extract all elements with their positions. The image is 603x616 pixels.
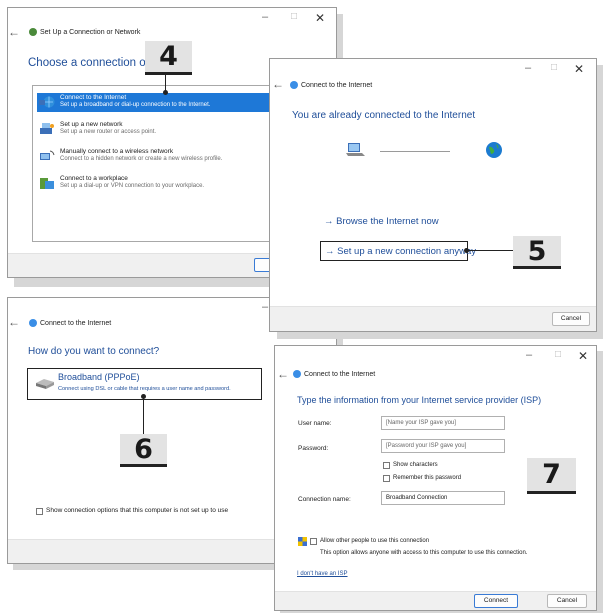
window-title: Connect to the Internet (40, 320, 112, 327)
step-5-badge: 5 (513, 236, 561, 269)
maximize-button[interactable]: □ (291, 11, 297, 22)
internet-globe-icon (486, 142, 502, 158)
option-workplace[interactable]: Connect to a workplace Set up a dial-up … (37, 174, 290, 193)
option-description: Set up a dial-up or VPN connection to yo… (60, 183, 205, 189)
allow-others-checkbox[interactable] (310, 538, 317, 545)
callout-line (143, 396, 144, 434)
minimize-button[interactable]: – (262, 11, 268, 23)
internet-globe-icon (39, 96, 55, 108)
option-title: Connect to the Internet (60, 94, 127, 101)
back-arrow-icon[interactable]: ← (272, 77, 284, 91)
setup-anyway-link[interactable]: → Set up a new connection anyway (325, 246, 476, 257)
maximize-button[interactable]: □ (555, 349, 561, 360)
callout-line (467, 250, 513, 251)
remember-password-label: Remember this password (393, 475, 462, 481)
page-heading: Type the information from your Internet … (297, 395, 542, 405)
connection-line (380, 151, 450, 152)
computer-icon (346, 143, 365, 156)
show-options-label: Show connection options that this comput… (46, 507, 229, 514)
browse-internet-link[interactable]: → Browse the Internet now (324, 216, 439, 227)
callout-dot (141, 394, 146, 399)
option-title: Set up a new network (60, 121, 123, 128)
step-4-badge: 4 (145, 41, 192, 75)
connection-name-input[interactable]: Broadband Connection (381, 491, 505, 505)
connection-name-label: Connection name: (298, 496, 351, 503)
close-button[interactable]: ✕ (315, 11, 325, 25)
option-connect-internet[interactable]: Connect to the Internet Set up a broadba… (37, 93, 290, 112)
option-title: Broadband (PPPoE) (58, 372, 140, 382)
back-arrow-icon[interactable]: ← (8, 25, 20, 39)
allow-others-description: This option allows anyone with access to… (320, 550, 528, 556)
callout-dot (163, 90, 168, 95)
window-title: Set Up a Connection or Network (40, 29, 141, 36)
option-title: Manually connect to a wireless network (60, 148, 174, 155)
password-input[interactable]: [Password your ISP gave you] (381, 439, 505, 453)
remember-password-checkbox[interactable] (383, 475, 390, 482)
shield-icon (298, 537, 307, 546)
option-description: Connect to a hidden network or create a … (60, 156, 223, 162)
maximize-button[interactable]: □ (551, 62, 557, 73)
wireless-network-icon (40, 150, 55, 160)
minimize-button[interactable]: – (526, 349, 532, 361)
option-new-network[interactable]: Set up a new network Set up a new router… (37, 120, 290, 139)
page-heading: You are already connected to the Interne… (292, 110, 476, 121)
close-button[interactable]: ✕ (574, 62, 584, 76)
internet-icon (293, 370, 301, 378)
minimize-button[interactable]: – (262, 301, 268, 313)
back-arrow-icon[interactable]: ← (277, 367, 289, 381)
show-options-checkbox[interactable] (36, 508, 43, 515)
internet-icon (29, 319, 37, 327)
step-7-badge: 7 (527, 458, 576, 494)
workplace-icon (40, 178, 54, 189)
window-footer: Cancel (270, 306, 596, 331)
step-6-badge: 6 (120, 434, 167, 467)
setup-anyway-link-box[interactable]: → Set up a new connection anyway (320, 241, 476, 261)
callout-dot (464, 248, 469, 253)
minimize-button[interactable]: – (525, 62, 531, 74)
password-label: Password: (298, 445, 329, 452)
step-number: 4 (159, 41, 178, 72)
option-description: Set up a new router or access point. (60, 129, 157, 135)
cancel-button[interactable]: Cancel (552, 312, 590, 326)
window-footer: Connect Cancel (275, 591, 596, 610)
step-number: 5 (527, 236, 547, 267)
window-title: Connect to the Internet (304, 371, 376, 378)
step-number: 6 (134, 434, 153, 465)
show-characters-label: Show characters (393, 462, 438, 468)
allow-others-label: Allow other people to use this connectio… (320, 538, 430, 544)
network-setup-icon (29, 28, 37, 36)
username-label: User name: (298, 420, 332, 427)
connect-internet-already-window: – □ ✕ ← Connect to the Internet You are … (269, 58, 597, 332)
username-input[interactable]: [Name your ISP gave you] (381, 416, 505, 430)
back-arrow-icon[interactable]: ← (8, 315, 20, 329)
broadband-modem-icon (36, 379, 54, 389)
show-characters-checkbox[interactable] (383, 462, 390, 469)
option-description: Set up a broadband or dial-up connection… (60, 102, 211, 108)
step-number: 7 (542, 459, 561, 490)
internet-icon (290, 81, 298, 89)
window-title: Connect to the Internet (301, 82, 373, 89)
connection-options-list: Connect to the Internet Set up a broadba… (32, 85, 295, 242)
connect-button[interactable]: Connect (474, 594, 518, 608)
cancel-button[interactable]: Cancel (547, 594, 587, 608)
router-icon (40, 123, 54, 134)
page-heading: How do you want to connect? (28, 346, 160, 357)
option-title: Connect to a workplace (60, 175, 128, 182)
option-manual-wireless[interactable]: Manually connect to a wireless network C… (37, 147, 290, 166)
no-isp-link[interactable]: I don't have an ISP (297, 571, 348, 577)
close-button[interactable]: ✕ (578, 349, 588, 363)
option-description: Connect using DSL or cable that requires… (58, 386, 231, 392)
